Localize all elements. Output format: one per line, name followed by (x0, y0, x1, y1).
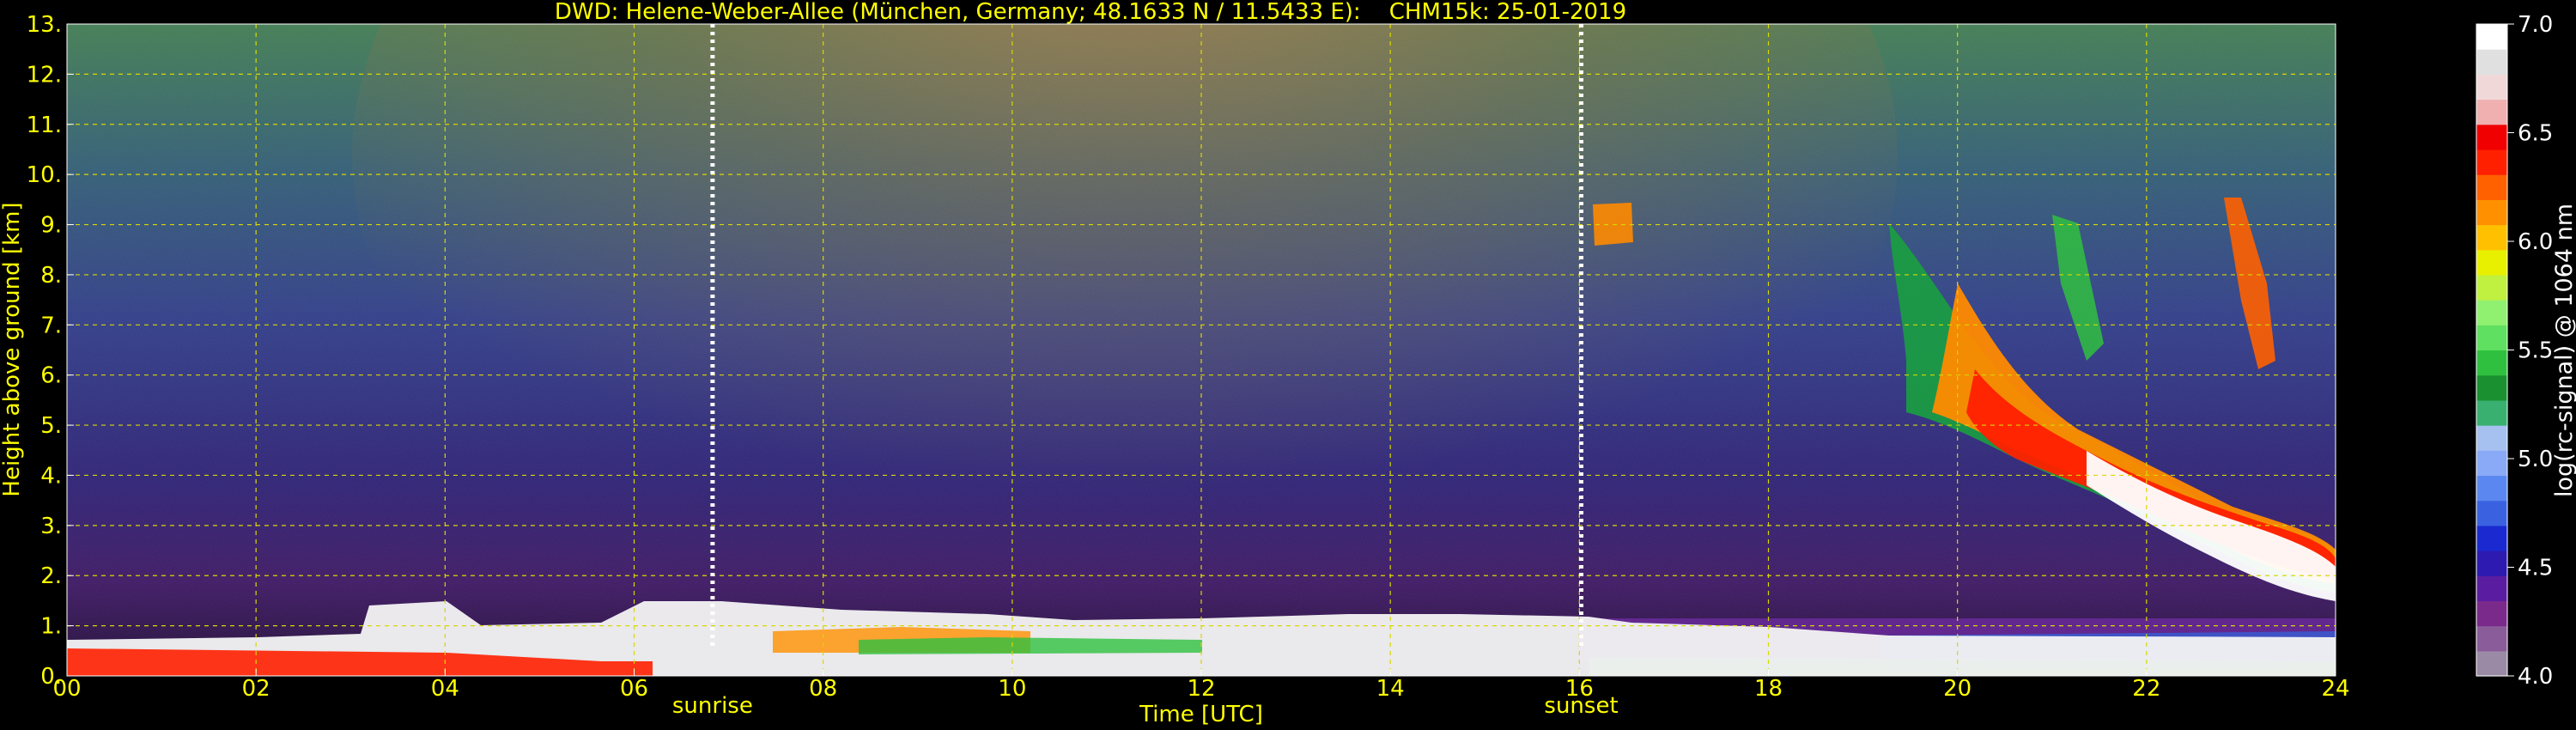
x-tick-label: 04 (431, 676, 459, 702)
x-tick-label: 20 (1943, 676, 1971, 702)
colorbar (2476, 23, 2508, 677)
colorbar-swatch (2476, 124, 2507, 150)
colorbar-swatch (2476, 475, 2507, 502)
colorbar-swatch (2476, 500, 2507, 526)
colorbar-swatch (2476, 199, 2507, 226)
x-tick-label: 10 (998, 676, 1026, 702)
colorbar-swatch (2476, 525, 2507, 551)
y-tick-label: 1. (40, 614, 62, 640)
x-tick-label: 12 (1187, 676, 1215, 702)
colorbar-tick-label: 5.5 (2518, 338, 2553, 364)
colorbar-swatch (2476, 600, 2507, 627)
y-tick-label: 9. (40, 213, 62, 239)
colorbar-swatch (2476, 174, 2507, 200)
surface-layer-green (859, 637, 1202, 654)
colorbar-swatch (2476, 650, 2507, 677)
x-tick-label: 08 (809, 676, 837, 702)
y-tick-label: 2. (40, 563, 62, 589)
sun-marker-label: sunrise (672, 693, 753, 719)
colorbar-tick-label: 5.0 (2518, 447, 2553, 472)
colorbar-swatch (2476, 300, 2507, 325)
y-tick-label: 5. (40, 413, 62, 439)
colorbar-tick-label: 6.0 (2518, 229, 2553, 255)
x-tick-label: 02 (242, 676, 270, 702)
y-tick-label: 7. (40, 313, 62, 338)
colorbar-tick-label: 4.0 (2518, 664, 2553, 690)
colorbar-swatch (2476, 149, 2507, 175)
x-tick-label: 18 (1754, 676, 1783, 702)
colorbar-swatch (2476, 399, 2507, 426)
y-tick-label: 10. (27, 162, 62, 188)
colorbar-swatch (2476, 99, 2507, 125)
y-tick-label: 0. (40, 664, 62, 690)
colorbar-swatch (2476, 425, 2507, 451)
colorbar-swatch (2476, 49, 2507, 75)
colorbar-swatch (2476, 551, 2507, 576)
y-axis-label: Height above ground [km] (0, 202, 25, 496)
x-tick-label: 06 (620, 676, 648, 702)
colorbar-swatch (2476, 575, 2507, 602)
colorbar-swatch (2476, 374, 2507, 401)
x-tick-label: 22 (2132, 676, 2160, 702)
y-tick-label: 11. (27, 113, 62, 138)
colorbar-swatch (2476, 350, 2507, 376)
colorbar-swatch (2476, 224, 2507, 251)
y-tick-label: 3. (40, 514, 62, 539)
x-tick-label: 14 (1376, 676, 1405, 702)
colorbar-swatch (2476, 249, 2507, 276)
colorbar-swatch (2476, 274, 2507, 301)
colorbar-swatch (2476, 325, 2507, 351)
colorbar-ticks: 4.0 4.5 5.0 5.5 6.0 6.5 7.0 (2507, 12, 2553, 690)
x-axis-label: Time [UTC] (1139, 702, 1263, 727)
colorbar-tick-label: 6.5 (2518, 121, 2553, 147)
ceilometer-chart: sunrise sunset 00 02 04 06 08 10 12 14 16 18 20 22 24… (0, 0, 2576, 727)
colorbar-swatch (2476, 24, 2507, 50)
y-tick-label: 12. (27, 62, 62, 88)
y-tick-label: 6. (40, 363, 62, 389)
chart-title: DWD: Helene-Weber-Allee (München, German… (555, 0, 1626, 25)
colorbar-swatch (2476, 74, 2507, 100)
colorbar-swatch (2476, 625, 2507, 652)
colorbar-tick-label: 7.0 (2518, 12, 2553, 38)
colorbar-tick-label: 4.5 (2518, 556, 2553, 581)
colorbar-swatch (2476, 450, 2507, 477)
y-tick-label: 8. (40, 263, 62, 289)
x-tick-label: 16 (1565, 676, 1594, 702)
y-tick-label: 4. (40, 463, 62, 489)
x-tick-label: 24 (2321, 676, 2349, 702)
colorbar-label: log(rc-signal) @ 1064 nm (2551, 204, 2576, 497)
y-tick-label: 13. (27, 12, 62, 38)
